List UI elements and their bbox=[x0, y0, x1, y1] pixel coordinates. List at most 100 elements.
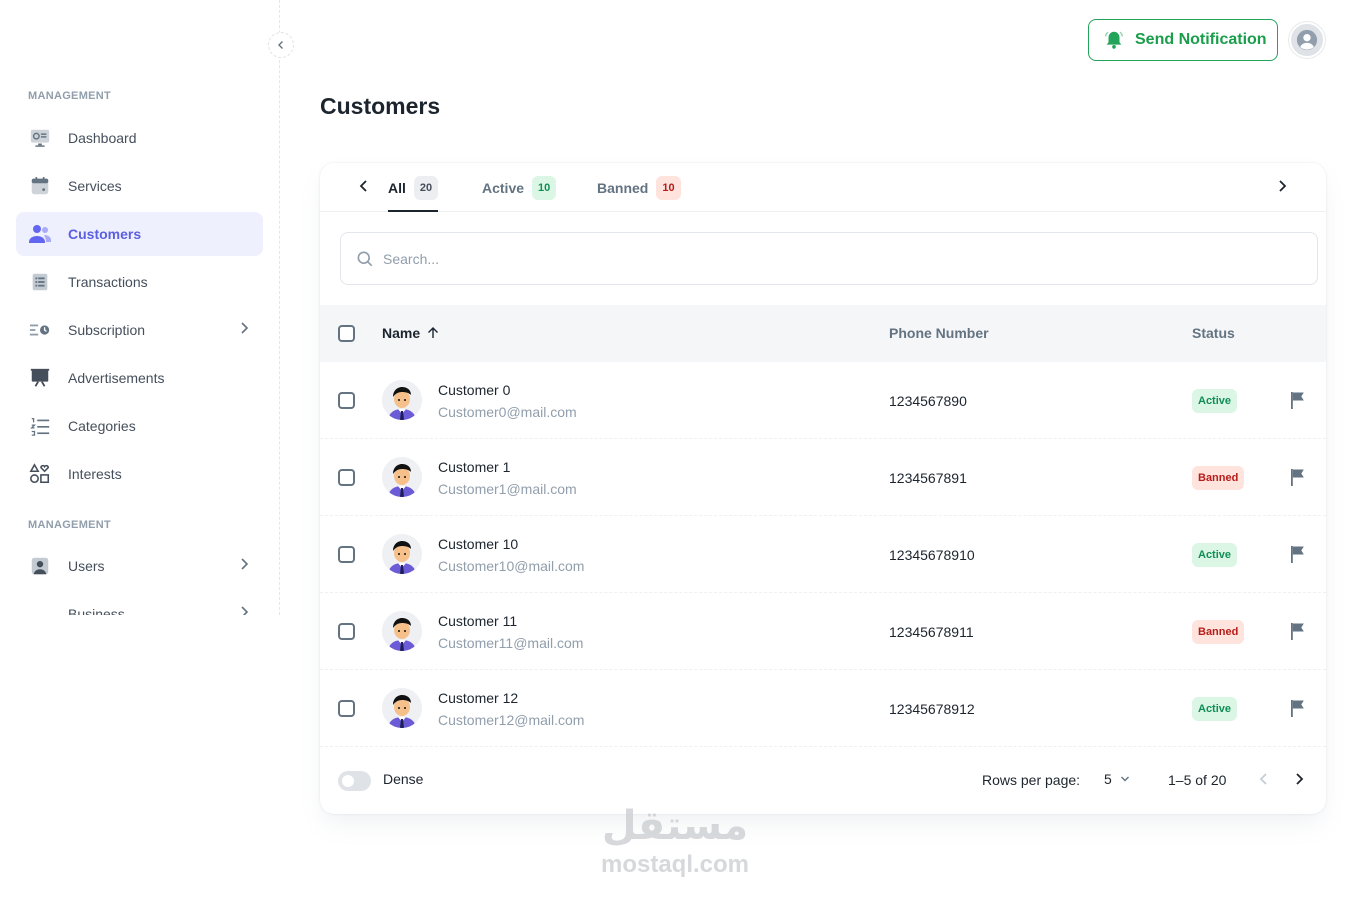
customer-email: Customer1@mail.com bbox=[438, 481, 577, 497]
sidebar-item-services[interactable]: Services bbox=[16, 164, 263, 208]
sidebar-item-users[interactable]: Users bbox=[16, 544, 263, 588]
sidebar-item-label: Subscription bbox=[68, 322, 146, 338]
tab-active[interactable]: Active 10 bbox=[482, 163, 557, 212]
row-checkbox[interactable] bbox=[338, 546, 355, 563]
tabs-scroll-right-button[interactable] bbox=[1276, 179, 1288, 196]
previous-page-button[interactable] bbox=[1258, 772, 1270, 789]
table-row[interactable]: Customer 12 Customer12@mail.com 1234567891… bbox=[320, 670, 1326, 747]
sidebar-item-dashboard[interactable]: Dashboard bbox=[16, 116, 263, 160]
chevron-right-icon bbox=[239, 606, 249, 615]
rows-per-page-value: 5 bbox=[1104, 771, 1112, 787]
chevron-left-icon bbox=[1259, 773, 1267, 785]
list-clock-icon bbox=[28, 318, 52, 342]
shapes-icon bbox=[28, 462, 52, 486]
search-input[interactable] bbox=[383, 250, 1283, 267]
account-avatar-button[interactable] bbox=[1289, 22, 1325, 58]
table-row[interactable]: Customer 0 Customer0@mail.com 1234567890 Ac… bbox=[320, 362, 1326, 439]
select-all-checkbox[interactable] bbox=[338, 325, 355, 342]
customer-name[interactable]: Customer 10 bbox=[438, 536, 518, 552]
sort-ascending-icon bbox=[428, 327, 439, 338]
customer-name[interactable]: Customer 12 bbox=[438, 690, 518, 706]
tab-all[interactable]: All 20 bbox=[388, 163, 439, 212]
table-row[interactable]: Customer 10 Customer10@mail.com 1234567891… bbox=[320, 516, 1326, 593]
customer-name[interactable]: Customer 11 bbox=[438, 613, 517, 629]
customer-email: Customer11@mail.com bbox=[438, 635, 584, 651]
bell-icon bbox=[1105, 31, 1123, 49]
sidebar-section-label: MANAGEMENT bbox=[28, 90, 112, 102]
tab-count-badge: 10 bbox=[532, 175, 557, 200]
tab-banned[interactable]: Banned 10 bbox=[597, 163, 681, 212]
sidebar-item-advertisements[interactable]: Advertisements bbox=[16, 356, 263, 400]
flag-icon[interactable] bbox=[1288, 544, 1308, 564]
customer-email: Customer0@mail.com bbox=[438, 404, 577, 420]
table-row[interactable]: Customer 11 Customer11@mail.com 1234567891… bbox=[320, 593, 1326, 670]
status-badge: Banned bbox=[1192, 466, 1245, 490]
page-title: Customers bbox=[320, 93, 441, 119]
business-icon bbox=[28, 602, 52, 615]
sidebar-collapse-button[interactable] bbox=[268, 32, 294, 58]
row-checkbox[interactable] bbox=[338, 469, 355, 486]
sidebar-item-transactions[interactable]: Transactions bbox=[16, 260, 263, 304]
flag-icon[interactable] bbox=[1288, 467, 1308, 487]
status-badge: Active bbox=[1192, 389, 1238, 413]
sidebar: MANAGEMENT Dashboard Services Customers … bbox=[0, 0, 280, 615]
table-footer: Dense Rows per page: 5 1–5 of 20 bbox=[320, 749, 1326, 814]
customer-name[interactable]: Customer 1 bbox=[438, 459, 510, 475]
customer-phone: 12345678910 bbox=[889, 547, 975, 563]
send-notification-button[interactable]: Send Notification bbox=[1088, 19, 1278, 61]
watermark-latin: mostaql.com bbox=[600, 851, 750, 878]
sidebar-item-label: Customers bbox=[68, 226, 142, 242]
next-page-button[interactable] bbox=[1293, 772, 1305, 789]
phone-column-header[interactable]: Phone Number bbox=[889, 325, 989, 341]
status-tabs: All 20 Active 10 Banned 10 bbox=[320, 163, 1326, 212]
sidebar-item-interests[interactable]: Interests bbox=[16, 452, 263, 496]
search-field[interactable] bbox=[340, 232, 1318, 285]
dense-toggle[interactable] bbox=[338, 771, 371, 791]
flag-icon[interactable] bbox=[1288, 698, 1308, 718]
calendar-icon bbox=[28, 174, 52, 198]
customer-avatar bbox=[382, 534, 422, 574]
flag-icon[interactable] bbox=[1288, 390, 1308, 410]
customer-avatar bbox=[382, 611, 422, 651]
row-checkbox[interactable] bbox=[338, 623, 355, 640]
tab-label: All bbox=[388, 179, 406, 196]
customer-avatar bbox=[382, 457, 422, 497]
customer-email: Customer12@mail.com bbox=[438, 712, 585, 728]
row-checkbox[interactable] bbox=[338, 392, 355, 409]
flag-icon[interactable] bbox=[1288, 621, 1308, 641]
status-column-header[interactable]: Status bbox=[1192, 325, 1235, 341]
sidebar-item-label: Services bbox=[68, 178, 122, 194]
chevron-down-icon bbox=[1120, 776, 1129, 782]
dense-label: Dense bbox=[383, 771, 424, 787]
send-notification-label: Send Notification bbox=[1135, 31, 1267, 48]
status-badge: Active bbox=[1192, 543, 1238, 567]
ordered-list-icon bbox=[28, 414, 52, 438]
status-badge: Active bbox=[1192, 697, 1238, 721]
tabs-scroll-left-button[interactable] bbox=[358, 179, 370, 196]
sidebar-item-customers[interactable]: Customers bbox=[16, 212, 263, 256]
customer-phone: 1234567891 bbox=[889, 470, 967, 486]
customer-email: Customer10@mail.com bbox=[438, 558, 585, 574]
watermark: مستقل mostaql.com bbox=[575, 800, 775, 878]
sidebar-item-categories[interactable]: Categories bbox=[16, 404, 263, 448]
sidebar-item-label: Interests bbox=[68, 466, 122, 482]
tab-label: Active bbox=[482, 179, 525, 196]
watermark-arabic: مستقل bbox=[601, 803, 749, 849]
table-header: Name Phone Number Status bbox=[320, 305, 1326, 362]
chevron-left-icon bbox=[278, 41, 283, 49]
chevron-left-icon bbox=[359, 180, 367, 192]
sidebar-item-subscription[interactable]: Subscription bbox=[16, 308, 263, 352]
sidebar-item-label: Users bbox=[68, 558, 105, 574]
pagination-range: 1–5 of 20 bbox=[1168, 772, 1227, 788]
tab-label: Banned bbox=[597, 179, 649, 196]
customer-phone: 1234567890 bbox=[889, 393, 967, 409]
chevron-right-icon bbox=[1279, 180, 1287, 192]
name-column-header[interactable]: Name bbox=[382, 325, 440, 341]
rows-per-page-select[interactable]: 5 bbox=[1104, 771, 1130, 787]
row-checkbox[interactable] bbox=[338, 700, 355, 717]
customer-name[interactable]: Customer 0 bbox=[438, 382, 510, 398]
table-row[interactable]: Customer 1 Customer1@mail.com 1234567891 Ba… bbox=[320, 439, 1326, 516]
status-badge: Banned bbox=[1192, 620, 1245, 644]
sidebar-item-label: Business bbox=[68, 606, 125, 615]
sidebar-item-business[interactable]: Business bbox=[16, 592, 263, 615]
